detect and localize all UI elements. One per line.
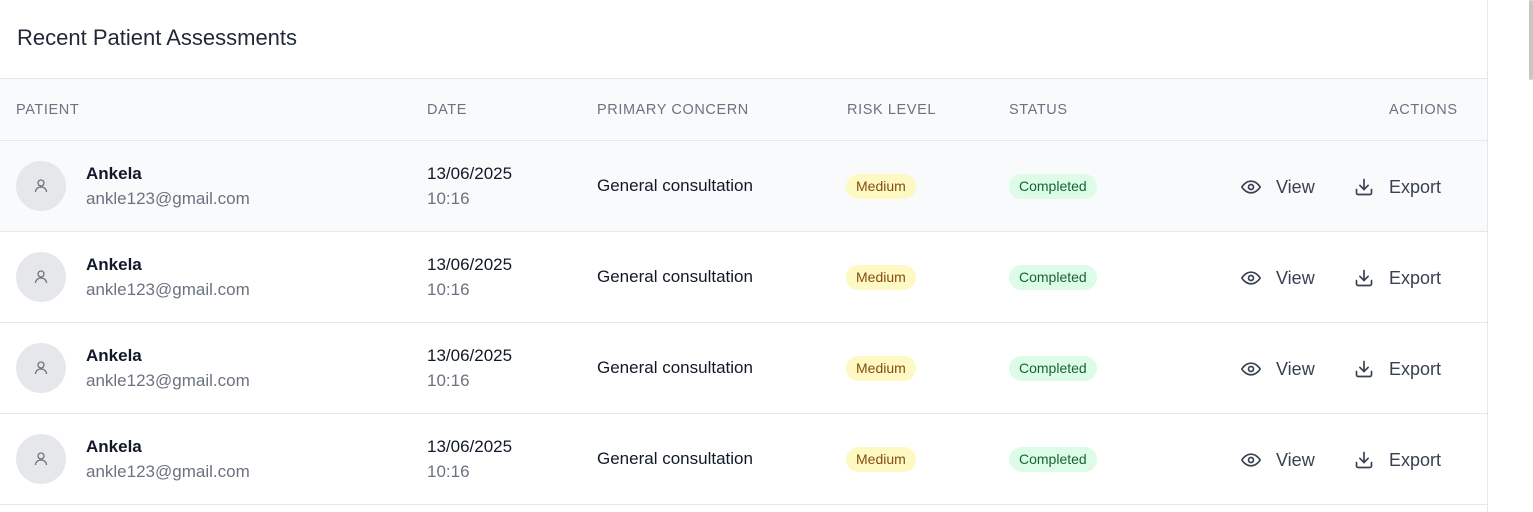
user-icon	[34, 452, 48, 466]
scrollbar-thumb[interactable]	[1529, 0, 1533, 80]
view-button[interactable]: View	[1241, 263, 1315, 293]
patient-email: ankle123@gmail.com	[86, 189, 250, 208]
table-row[interactable]: Ankela ankle123@gmail.com 13/06/2025 10:…	[0, 232, 1487, 323]
primary-concern: General consultation	[597, 267, 753, 286]
eye-icon	[1241, 180, 1261, 194]
download-icon	[1355, 269, 1373, 287]
user-icon	[34, 270, 48, 284]
assessments-panel: Recent Patient Assessments Patient Date …	[0, 0, 1488, 512]
assessment-date: 13/06/2025	[427, 255, 513, 274]
primary-concern: General consultation	[597, 449, 753, 468]
export-button[interactable]: Export	[1354, 354, 1441, 384]
table-header: Patient Date Primary Concern Risk Level …	[0, 79, 1487, 141]
primary-concern: General consultation	[597, 358, 753, 377]
avatar	[16, 252, 66, 302]
risk-badge: Medium	[846, 265, 916, 290]
patient-email: ankle123@gmail.com	[86, 371, 250, 390]
avatar	[16, 161, 66, 211]
risk-badge: Medium	[846, 447, 916, 472]
view-label: View	[1276, 267, 1315, 288]
table-body: Ankela ankle123@gmail.com 13/06/2025 10:…	[0, 141, 1487, 505]
assessment-time: 10:16	[427, 189, 470, 208]
patient-name: Ankela	[86, 164, 142, 183]
primary-concern: General consultation	[597, 176, 753, 195]
export-label: Export	[1389, 449, 1442, 470]
view-label: View	[1276, 176, 1315, 197]
download-icon	[1355, 178, 1373, 196]
risk-badge: Medium	[846, 356, 916, 381]
status-badge: Completed	[1009, 447, 1097, 472]
export-label: Export	[1389, 267, 1442, 288]
assessment-date: 13/06/2025	[427, 164, 513, 183]
header-patient: Patient	[16, 102, 80, 118]
download-icon	[1355, 451, 1373, 469]
view-button[interactable]: View	[1241, 172, 1315, 202]
header-primary-concern: Primary Concern	[597, 102, 749, 118]
header-risk-level: Risk Level	[847, 102, 937, 118]
header-date: Date	[427, 102, 467, 118]
table-row[interactable]: Ankela ankle123@gmail.com 13/06/2025 10:…	[0, 141, 1487, 232]
header-actions: Actions	[1389, 102, 1458, 118]
eye-icon	[1241, 453, 1261, 467]
view-button[interactable]: View	[1241, 354, 1315, 384]
patient-name: Ankela	[86, 346, 142, 365]
user-icon	[34, 361, 48, 375]
patient-email: ankle123@gmail.com	[86, 462, 250, 481]
user-icon	[34, 179, 48, 193]
status-badge: Completed	[1009, 356, 1097, 381]
patient-email: ankle123@gmail.com	[86, 280, 250, 299]
eye-icon	[1241, 362, 1261, 376]
view-button[interactable]: View	[1241, 445, 1315, 475]
avatar	[16, 434, 66, 484]
table-row[interactable]: Ankela ankle123@gmail.com 13/06/2025 10:…	[0, 323, 1487, 414]
panel-title: Recent Patient Assessments	[0, 0, 1487, 79]
assessment-date: 13/06/2025	[427, 346, 513, 365]
patient-name: Ankela	[86, 437, 142, 456]
export-button[interactable]: Export	[1354, 445, 1441, 475]
scrollbar-track[interactable]	[1488, 0, 1533, 512]
view-label: View	[1276, 449, 1315, 470]
patient-name: Ankela	[86, 255, 142, 274]
assessment-time: 10:16	[427, 371, 470, 390]
status-badge: Completed	[1009, 265, 1097, 290]
export-button[interactable]: Export	[1354, 172, 1441, 202]
header-status: Status	[1009, 102, 1068, 118]
risk-badge: Medium	[846, 174, 916, 199]
view-label: View	[1276, 358, 1315, 379]
assessment-time: 10:16	[427, 462, 470, 481]
download-icon	[1355, 360, 1373, 378]
status-badge: Completed	[1009, 174, 1097, 199]
export-label: Export	[1389, 176, 1442, 197]
table-row[interactable]: Ankela ankle123@gmail.com 13/06/2025 10:…	[0, 414, 1487, 505]
export-label: Export	[1389, 358, 1442, 379]
avatar	[16, 343, 66, 393]
assessment-date: 13/06/2025	[427, 437, 513, 456]
export-button[interactable]: Export	[1354, 263, 1441, 293]
page: Recent Patient Assessments Patient Date …	[0, 0, 1533, 512]
assessment-time: 10:16	[427, 280, 470, 299]
eye-icon	[1241, 271, 1261, 285]
